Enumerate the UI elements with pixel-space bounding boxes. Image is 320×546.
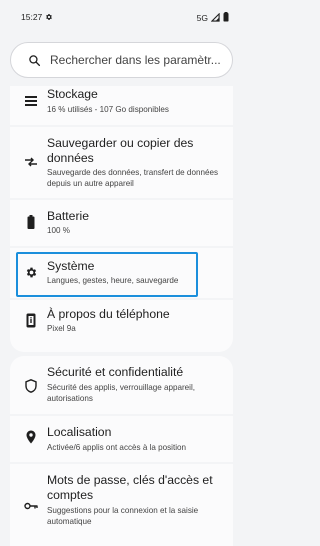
settings-item-storage[interactable]: Stockage 16 % utilisés - 107 Go disponib… <box>10 86 233 126</box>
settings-item-passwords-accounts[interactable]: Mots de passe, clés d'accès et comptes S… <box>10 464 233 546</box>
key-icon <box>23 498 39 514</box>
phone-icon <box>23 312 39 328</box>
item-title: Mots de passe, clés d'accès et comptes <box>47 473 213 502</box>
selection-highlight <box>16 252 198 297</box>
item-title: Sauvegarder ou copier des données <box>47 136 194 165</box>
settings-item-battery[interactable]: Batterie 100 % <box>10 200 233 246</box>
search-input[interactable] <box>50 53 220 67</box>
item-subtitle: Sauvegarde des données, transfert de don… <box>47 168 218 188</box>
item-title: À propos du téléphone <box>47 307 170 321</box>
item-subtitle: Sécurité des applis, verrouillage appare… <box>47 383 196 403</box>
network-type: 5G <box>196 13 208 23</box>
item-subtitle: Activée/6 applis ont accès à la position <box>47 443 187 452</box>
settings-notification-icon <box>45 13 53 21</box>
battery-status-icon <box>223 12 229 24</box>
item-subtitle: Pixel 9a <box>47 324 76 333</box>
location-pin-icon <box>23 429 39 445</box>
storage-icon <box>23 93 39 109</box>
item-subtitle: 100 % <box>47 226 70 235</box>
settings-item-location[interactable]: Localisation Activée/6 applis ont accès … <box>10 416 233 462</box>
signal-icon <box>210 12 220 24</box>
status-bar: 15:27 5G <box>0 0 243 36</box>
search-bar[interactable] <box>10 42 233 78</box>
status-time: 15:27 <box>21 12 43 22</box>
transfer-arrows-icon <box>23 154 39 170</box>
settings-item-security[interactable]: Sécurité et confidentialité Sécurité des… <box>10 356 233 414</box>
settings-item-backup[interactable]: Sauvegarder ou copier des données Sauveg… <box>10 127 233 198</box>
shield-icon <box>23 378 39 394</box>
item-subtitle: 16 % utilisés - 107 Go disponibles <box>47 105 169 114</box>
search-icon <box>28 54 41 67</box>
settings-item-about-phone[interactable]: À propos du téléphone Pixel 9a <box>10 300 233 352</box>
item-title: Localisation <box>47 425 112 439</box>
battery-icon <box>23 214 39 230</box>
item-title: Batterie <box>47 209 90 223</box>
item-title: Stockage <box>47 87 98 101</box>
settings-card-device: Stockage 16 % utilisés - 107 Go disponib… <box>10 86 233 352</box>
item-title: Sécurité et confidentialité <box>47 365 184 379</box>
settings-card-privacy: Sécurité et confidentialité Sécurité des… <box>10 356 233 546</box>
item-subtitle: Suggestions pour la connexion et la sais… <box>47 506 199 526</box>
